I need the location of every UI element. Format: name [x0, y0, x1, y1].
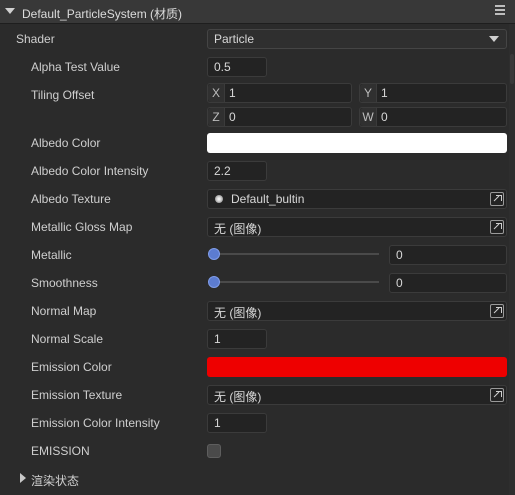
metallic-gloss-map-field[interactable]: 无 (图像)	[207, 217, 507, 237]
tiling-offset-label: Tiling Offset	[31, 88, 95, 102]
scrollbar[interactable]	[509, 24, 515, 495]
emission-checkbox[interactable]	[207, 444, 221, 458]
material-inspector-panel: Default_ParticleSystem (材质) Shader Parti…	[0, 0, 515, 495]
material-header[interactable]: Default_ParticleSystem (材质)	[0, 0, 515, 24]
alpha-test-input[interactable]: 0.5	[207, 57, 267, 77]
albedo-texture-label: Albedo Texture	[31, 192, 111, 206]
alpha-test-label: Alpha Test Value	[31, 60, 120, 74]
select-asset-icon[interactable]	[490, 220, 504, 234]
render-state-section-label[interactable]: 渲染状态	[31, 472, 79, 489]
offset-w-value: 0	[381, 110, 388, 124]
tiling-y-value: 1	[381, 86, 388, 100]
albedo-intensity-label: Albedo Color Intensity	[31, 164, 149, 178]
normal-scale-label: Normal Scale	[31, 332, 104, 346]
tiling-x-value: 1	[229, 86, 236, 100]
emission-texture-value: 无 (图像)	[214, 390, 262, 404]
shader-dropdown[interactable]: Particle	[207, 29, 507, 49]
scrollbar-thumb[interactable]	[510, 54, 514, 84]
shader-label: Shader	[16, 32, 55, 46]
albedo-texture-field[interactable]: Default_bultin	[207, 189, 507, 209]
collapse-arrow-icon[interactable]	[5, 8, 15, 14]
tiling-x-field[interactable]: X 1	[207, 83, 352, 103]
normal-map-value: 无 (图像)	[214, 306, 262, 320]
material-title: Default_ParticleSystem (材质)	[22, 7, 183, 21]
normal-map-label: Normal Map	[31, 304, 97, 318]
expand-arrow-icon[interactable]	[20, 473, 26, 483]
normal-scale-input[interactable]: 1	[207, 329, 267, 349]
offset-z-field[interactable]: Z 0	[207, 107, 352, 127]
tiling-y-field[interactable]: Y 1	[359, 83, 507, 103]
emission-color-label: Emission Color	[31, 360, 112, 374]
select-asset-icon[interactable]	[490, 388, 504, 402]
texture-icon	[215, 195, 223, 203]
metallic-slider-handle[interactable]	[208, 248, 220, 260]
albedo-intensity-input[interactable]: 2.2	[207, 161, 267, 181]
axis-z-label: Z	[208, 108, 225, 126]
smoothness-label: Smoothness	[31, 276, 98, 290]
smoothness-slider-track[interactable]	[213, 281, 379, 283]
hamburger-menu-icon[interactable]	[495, 5, 505, 17]
emission-texture-label: Emission Texture	[31, 388, 123, 402]
albedo-texture-value: Default_bultin	[231, 192, 305, 206]
normal-map-field[interactable]: 无 (图像)	[207, 301, 507, 321]
albedo-color-label: Albedo Color	[31, 136, 101, 150]
offset-w-field[interactable]: W 0	[359, 107, 507, 127]
axis-y-label: Y	[360, 84, 377, 102]
emission-intensity-label: Emission Color Intensity	[31, 416, 160, 430]
metallic-gloss-map-label: Metallic Gloss Map	[31, 220, 133, 234]
emission-toggle-label: EMISSION	[31, 444, 90, 458]
smoothness-slider-handle[interactable]	[208, 276, 220, 288]
offset-z-value: 0	[229, 110, 236, 124]
metallic-slider-track[interactable]	[213, 253, 379, 255]
metallic-gloss-map-value: 无 (图像)	[214, 222, 262, 236]
shader-value: Particle	[214, 32, 255, 46]
axis-x-label: X	[208, 84, 225, 102]
emission-intensity-input[interactable]: 1	[207, 413, 267, 433]
select-asset-icon[interactable]	[490, 304, 504, 318]
select-asset-icon[interactable]	[490, 192, 504, 206]
metallic-input[interactable]: 0	[389, 245, 507, 265]
metallic-label: Metallic	[31, 248, 72, 262]
axis-w-label: W	[360, 108, 377, 126]
chevron-down-icon	[489, 36, 499, 42]
albedo-color-swatch[interactable]	[207, 133, 507, 153]
emission-texture-field[interactable]: 无 (图像)	[207, 385, 507, 405]
emission-color-swatch[interactable]	[207, 357, 507, 377]
smoothness-input[interactable]: 0	[389, 273, 507, 293]
